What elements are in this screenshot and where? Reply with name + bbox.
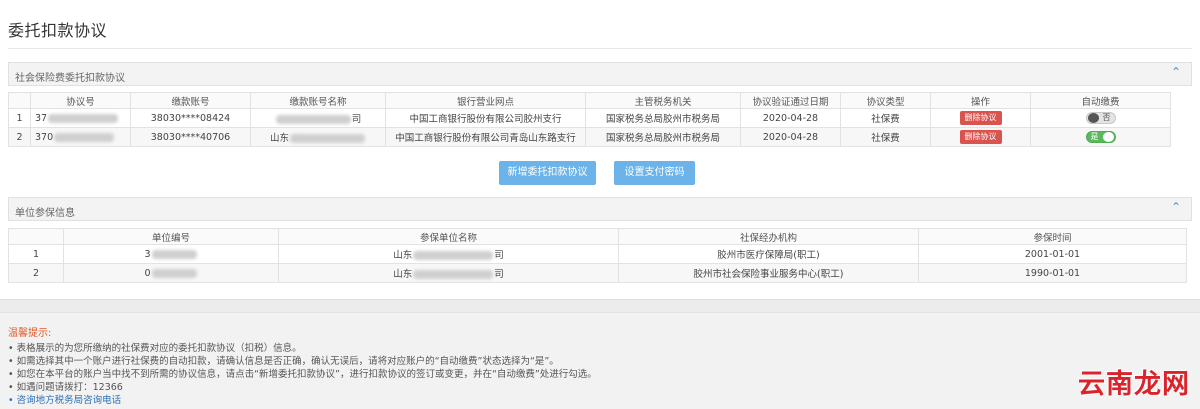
toggle-label: 否 [1102,113,1111,122]
bank-branch: 中国工商银行股份有限公司胶州支行 [385,108,586,128]
units-table: 单位编号 参保单位名称 社保经办机构 参保时间 1 3 山东司 胶州市医疗保障局… [8,228,1187,283]
column-header: 缴款账号 [130,92,251,109]
column-header: 参保时间 [918,228,1187,245]
table-row: 1 3 山东司 胶州市医疗保障局(职工) 2001-01-01 [8,244,1187,264]
column-header: 协议验证通过日期 [740,92,841,109]
tax-office: 国家税务总局胶州市税务局 [585,108,741,128]
redacted-blur [48,113,119,123]
column-header: 协议号 [30,92,131,109]
agreement-number: 37 [30,108,131,128]
redacted-blur [413,270,494,279]
auto-pay-cell: 否 [1030,108,1171,128]
units-panel-header[interactable]: 单位参保信息 ⌃ [8,197,1192,221]
units-header-row: 单位编号 参保单位名称 社保经办机构 参保时间 [8,228,1187,245]
delete-agreement-button[interactable]: 删除协议 [959,130,1002,144]
column-header: 参保单位名称 [278,228,619,245]
action-cell: 删除协议 [930,108,1031,128]
enrollment-date: 2001-01-01 [918,244,1187,264]
social-security-agency: 胶州市医疗保障局(职工) [618,244,919,264]
auto-pay-cell: 是 [1030,127,1171,147]
redacted-blur [151,268,197,278]
agreements-table: 协议号 缴款账号 缴款账号名称 银行营业网点 主管税务机关 协议验证通过日期 协… [8,92,1171,147]
column-header: 自动缴费 [1030,92,1171,109]
tips-title: 温馨提示: [8,328,52,339]
title-divider [8,48,1192,49]
redacted-blur [275,115,351,124]
add-agreement-button[interactable]: 新增委托扣款协议 [499,161,596,185]
chevron-up-icon[interactable]: ⌃ [1171,65,1181,79]
verify-date: 2020-04-28 [740,127,841,147]
payment-account: 38030****08424 [130,108,251,128]
table-row: 2 0 山东司 胶州市社会保险事业服务中心(职工) 1990-01-01 [8,263,1187,283]
toggle-knob [1102,132,1114,142]
column-header: 主管税务机关 [585,92,741,109]
tax-office: 国家税务总局胶州市税务局 [585,127,741,147]
tip-line: • 表格展示的为您所缴纳的社保费对应的委托扣款协议（扣税）信息。 [8,343,302,354]
chevron-up-icon[interactable]: ⌃ [1171,200,1181,214]
column-header-index [8,92,31,109]
agreement-type: 社保费 [840,108,931,128]
tip-line: • 如您在本平台的账户当中找不到所需的协议信息，请点击“新增委托扣款协议”，进行… [8,369,597,380]
main-card: 委托扣款协议 社会保险费委托扣款协议 ⌃ 协议号 缴款账号 缴款账号名称 银行营… [0,0,1200,300]
row-index: 1 [8,108,31,128]
tip-link[interactable]: • 咨询地方税务局咨询电话 [8,392,121,406]
auto-pay-toggle[interactable]: 是 [1085,131,1116,143]
bank-branch: 中国工商银行股份有限公司青岛山东路支行 [385,127,586,147]
redacted-blur [413,251,494,260]
column-header: 银行营业网点 [385,92,586,109]
account-name: 山东 [250,127,386,147]
toggle-label: 是 [1090,132,1099,141]
site-watermark: 云南龙网 [1078,369,1190,400]
row-index: 2 [8,127,31,147]
social-security-agency: 胶州市社会保险事业服务中心(职工) [618,263,919,283]
redacted-blur [54,132,115,142]
unit-name: 山东司 [278,263,619,283]
column-header: 单位编号 [63,228,279,245]
unit-name: 山东司 [278,244,619,264]
enrollment-date: 1990-01-01 [918,263,1187,283]
tip-line: • 如需选择其中一个账户进行社保费的自动扣款，请确认信息是否正确，确认无误后，请… [8,356,559,367]
set-payment-password-button[interactable]: 设置支付密码 [614,161,695,185]
column-header-index [8,228,64,245]
column-header: 操作 [930,92,1031,109]
column-header: 社保经办机构 [618,228,919,245]
tip-line: • 如遇问题请拨打：12366 [8,382,123,393]
agreements-header-row: 协议号 缴款账号 缴款账号名称 银行营业网点 主管税务机关 协议验证通过日期 协… [8,92,1171,109]
delete-agreement-button[interactable]: 删除协议 [959,111,1002,125]
table-row: 2 370 38030****40706 山东 中国工商银行股份有限公司青岛山东… [8,127,1171,147]
row-index: 2 [8,263,64,283]
toggle-knob [1087,113,1099,123]
account-name: 司 [250,108,386,128]
redacted-blur [151,249,197,259]
agreements-panel-header[interactable]: 社会保险费委托扣款协议 ⌃ [8,62,1192,86]
payment-account: 38030****40706 [130,127,251,147]
row-index: 1 [8,244,64,264]
column-header: 协议类型 [840,92,931,109]
verify-date: 2020-04-28 [740,108,841,128]
redacted-blur [290,134,365,143]
auto-pay-toggle[interactable]: 否 [1085,112,1116,124]
unit-number: 0 [63,263,279,283]
units-panel-title: 单位参保信息 [15,208,75,219]
agreements-panel-title: 社会保险费委托扣款协议 [15,73,125,84]
unit-number: 3 [63,244,279,264]
agreement-type: 社保费 [840,127,931,147]
column-header: 缴款账号名称 [250,92,386,109]
agreement-number: 370 [30,127,131,147]
table-row: 1 37 38030****08424 司 中国工商银行股份有限公司胶州支行 国… [8,108,1171,128]
action-cell: 删除协议 [930,127,1031,147]
page-title: 委托扣款协议 [8,21,108,40]
tips-panel: 温馨提示: • 表格展示的为您所缴纳的社保费对应的委托扣款协议（扣税）信息。 •… [0,312,1200,409]
